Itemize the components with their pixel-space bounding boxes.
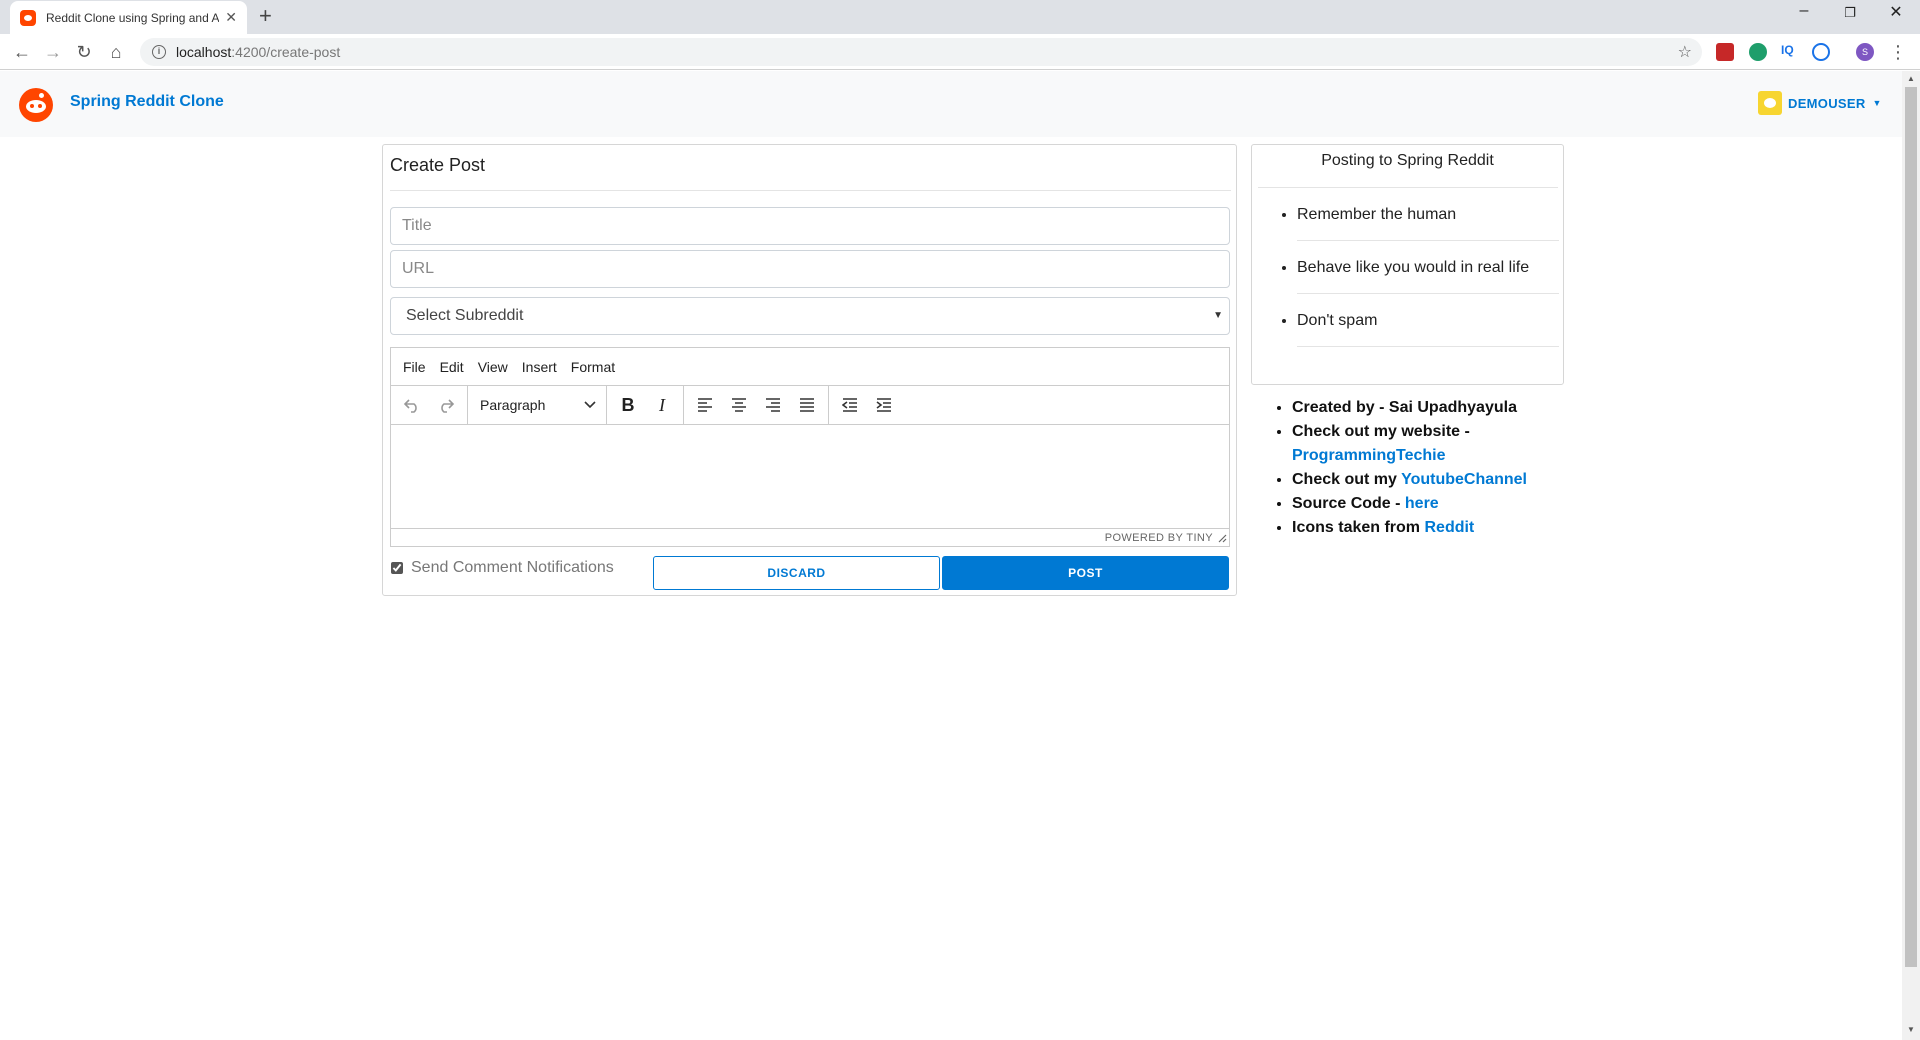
rich-text-editor: File Edit View Insert Format Paragraph B…	[390, 347, 1230, 547]
title-input[interactable]	[390, 207, 1230, 245]
url-text: localhost:4200/create-post	[176, 44, 341, 60]
browser-tabstrip: Reddit Clone using Spring and A ✕ + – ❐ …	[0, 0, 1920, 34]
credit-created-by: Created by - Sai Upadhyayula	[1292, 396, 1572, 420]
minimize-icon[interactable]: –	[1784, 2, 1824, 20]
scrollbar-thumb[interactable]	[1905, 87, 1917, 967]
redo-icon[interactable]	[429, 390, 463, 420]
extension-grammarly-icon[interactable]	[1749, 43, 1767, 61]
align-left-icon[interactable]	[688, 390, 722, 420]
align-right-icon[interactable]	[756, 390, 790, 420]
block-format-select[interactable]: Paragraph	[472, 390, 602, 420]
create-post-heading: Create Post	[390, 155, 486, 175]
menu-file[interactable]: File	[397, 355, 432, 379]
caret-down-icon: ▼	[1872, 98, 1882, 108]
rule-item: Don't spam	[1297, 294, 1559, 347]
source-code-link[interactable]: here	[1405, 495, 1439, 512]
reddit-favicon-icon	[20, 9, 36, 26]
create-post-card: Create Post Select Subreddit ▼ File Edit…	[382, 144, 1237, 596]
bookmark-star-icon[interactable]: ☆	[1678, 42, 1692, 62]
block-format-value: Paragraph	[480, 397, 546, 413]
rule-item: Remember the human	[1297, 188, 1559, 241]
site-info-icon[interactable]: i	[152, 45, 166, 59]
menu-insert[interactable]: Insert	[516, 355, 563, 379]
credits-list: Created by - Sai Upadhyayula Check out m…	[1272, 396, 1572, 540]
extension-gear-icon[interactable]	[1812, 43, 1830, 61]
tab-title: Reddit Clone using Spring and A	[46, 10, 220, 25]
browser-tab[interactable]: Reddit Clone using Spring and A ✕	[10, 1, 247, 34]
credit-icons: Icons taken from Reddit	[1292, 516, 1572, 540]
discard-button[interactable]: DISCARD	[653, 556, 940, 590]
menu-view[interactable]: View	[472, 355, 514, 379]
scroll-up-icon[interactable]: ▲	[1902, 74, 1920, 83]
rule-item: Behave like you would in real life	[1297, 241, 1559, 294]
bold-icon[interactable]: B	[611, 390, 645, 420]
user-avatar	[1758, 91, 1782, 115]
new-tab-icon[interactable]: +	[259, 3, 272, 29]
credit-website: Check out my website - ProgrammingTechie	[1292, 420, 1572, 468]
page-scrollbar[interactable]: ▲ ▼	[1902, 71, 1920, 1040]
menu-edit[interactable]: Edit	[434, 355, 470, 379]
divider	[390, 190, 1231, 191]
extension-iq-icon[interactable]: IQ	[1781, 43, 1799, 61]
rules-list: Remember the human Behave like you would…	[1297, 188, 1559, 347]
notifications-checkbox[interactable]	[391, 562, 403, 574]
menu-format[interactable]: Format	[565, 355, 621, 379]
subreddit-select[interactable]: Select Subreddit ▼	[390, 297, 1230, 335]
notifications-toggle[interactable]: Send Comment Notifications	[391, 559, 614, 577]
profile-avatar[interactable]: S	[1856, 43, 1874, 61]
post-button[interactable]: POST	[942, 556, 1229, 590]
subreddit-select-value: Select Subreddit	[406, 307, 524, 324]
tab-close-icon[interactable]: ✕	[225, 9, 237, 26]
extension-lastpass-icon[interactable]	[1716, 43, 1734, 61]
browser-toolbar: ← → ↻ ⌂ i localhost:4200/create-post ☆ I…	[0, 34, 1920, 70]
select-arrow-icon: ▼	[1213, 310, 1223, 321]
app-navbar: Spring Reddit Clone DEMOUSER ▼	[0, 71, 1902, 137]
editor-content-area[interactable]	[391, 425, 1229, 528]
chevron-down-icon	[584, 401, 596, 409]
reddit-link[interactable]: Reddit	[1424, 519, 1474, 536]
reload-icon[interactable]: ↻	[72, 40, 96, 64]
forward-icon[interactable]: →	[41, 40, 65, 64]
youtube-channel-link[interactable]: YoutubeChannel	[1401, 471, 1527, 488]
window-close-icon[interactable]: ✕	[1876, 2, 1916, 22]
editor-menubar: File Edit View Insert Format	[391, 348, 1229, 386]
indent-icon[interactable]	[867, 390, 901, 420]
address-bar[interactable]: i localhost:4200/create-post ☆	[140, 38, 1702, 66]
scroll-down-icon[interactable]: ▼	[1902, 1025, 1920, 1034]
reddit-logo-icon[interactable]	[19, 88, 53, 122]
editor-statusbar: POWERED BY TINY	[391, 528, 1229, 546]
resize-handle-icon[interactable]	[1217, 533, 1227, 543]
credit-youtube: Check out my YoutubeChannel	[1292, 468, 1572, 492]
browser-menu-icon[interactable]: ⋮	[1886, 40, 1910, 64]
posting-rules-card: Posting to Spring Reddit Remember the hu…	[1251, 144, 1564, 385]
username: DEMOUSER	[1788, 95, 1866, 111]
home-icon[interactable]: ⌂	[104, 40, 128, 64]
credit-source: Source Code - here	[1292, 492, 1572, 516]
rules-title: Posting to Spring Reddit	[1321, 152, 1494, 169]
back-icon[interactable]: ←	[10, 40, 34, 64]
notifications-label: Send Comment Notifications	[411, 559, 614, 576]
italic-icon[interactable]: I	[645, 390, 679, 420]
outdent-icon[interactable]	[833, 390, 867, 420]
brand-link[interactable]: Spring Reddit Clone	[70, 93, 224, 111]
user-menu-toggle[interactable]: DEMOUSER ▼	[1758, 91, 1881, 115]
editor-toolbar: Paragraph B I	[391, 386, 1229, 425]
url-input[interactable]	[390, 250, 1230, 288]
restore-icon[interactable]: ❐	[1830, 5, 1870, 21]
undo-icon[interactable]	[395, 390, 429, 420]
align-justify-icon[interactable]	[790, 390, 824, 420]
align-center-icon[interactable]	[722, 390, 756, 420]
powered-by-tiny-link[interactable]: POWERED BY TINY	[1105, 532, 1213, 544]
programmingtechie-link[interactable]: ProgrammingTechie	[1292, 447, 1446, 464]
